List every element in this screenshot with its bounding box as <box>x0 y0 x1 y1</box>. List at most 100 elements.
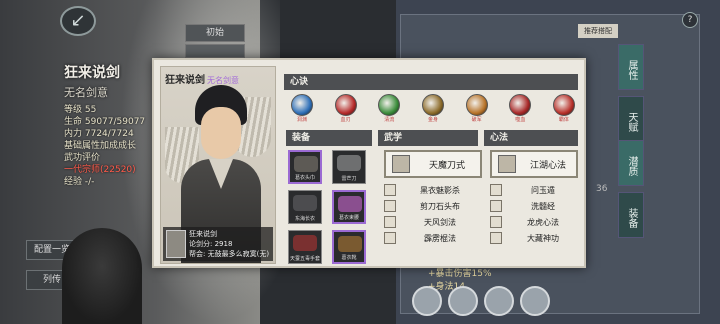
skill-label: 龙虎心法 <box>527 217 559 227</box>
equipment-item-icon <box>294 156 318 172</box>
equipment-item-name: 葛衣束腰 <box>338 215 359 221</box>
xinjue-skill-icon <box>421 94 444 116</box>
xinjue-item[interactable]: 破军 <box>465 94 489 126</box>
martial-arts-header: 武学 <box>378 130 478 146</box>
skill-row[interactable]: 天风剑法 <box>384 214 478 230</box>
mental-skill-icon <box>490 232 502 244</box>
card-hero-name: 狂来说剑 无名剑意 <box>165 71 239 86</box>
xinjue-item[interactable]: 血刃 <box>334 94 358 126</box>
tab-potential[interactable]: 潜质 <box>618 140 644 186</box>
main-martial-art[interactable]: 天魔刀式 <box>384 150 482 178</box>
info-player-name: 狂来说剑 <box>189 230 217 238</box>
martial-skill-icon <box>384 232 396 244</box>
skill-row[interactable]: 黑衣魅影杀 <box>384 182 478 198</box>
xinjue-skill-icon <box>378 94 401 116</box>
tab-attributes[interactable]: 属性 <box>618 44 644 90</box>
card-title-text: 无名剑意 <box>207 76 239 85</box>
equipment-item-icon <box>338 196 362 212</box>
value-36: 36 <box>596 184 608 194</box>
team-avatar[interactable] <box>520 286 550 316</box>
mental-arts-list: 问玉遁洗髓经龙虎心法大藏神功 <box>490 182 578 246</box>
stat-line: 基础属性加成成长 <box>64 141 137 151</box>
recommend-button[interactable]: 推荐搭配 <box>578 24 618 38</box>
vertical-tabs-primary: 属性 天赋 <box>618 44 644 148</box>
card-name-text: 狂来说剑 <box>165 75 205 86</box>
equipment-slot[interactable]: 葛衣靴 <box>332 230 366 264</box>
equipment-header: 装备 <box>286 130 372 146</box>
xinjue-header: 心诀 <box>284 74 578 90</box>
xinjue-label: 清流 <box>384 117 395 123</box>
hero-subtitle: 无名剑意 <box>64 86 108 99</box>
help-icon[interactable]: ? <box>682 12 698 28</box>
team-avatars <box>412 286 550 316</box>
equipment-item-name: 东海长衣 <box>294 216 315 222</box>
skill-label: 天风剑法 <box>424 217 456 227</box>
equipment-slot[interactable]: 雷芒刀 <box>332 150 366 184</box>
mental-arts-header: 心法 <box>484 130 578 146</box>
xinjue-label: 金身 <box>427 117 438 123</box>
skill-label: 洗髓经 <box>531 201 555 211</box>
skill-row[interactable]: 洗髓经 <box>490 198 578 214</box>
equipment-item-name: 雷芒刀 <box>341 176 357 182</box>
back-arrow-icon: ↙ <box>70 10 86 31</box>
skill-row[interactable]: 剪刀石头布 <box>384 198 478 214</box>
main-mental-art[interactable]: 江湖心法 <box>490 150 578 178</box>
stat-line: 内力 7724/7724 <box>64 129 134 139</box>
xinjue-row: 洞渊 血刃 清流 金身 破军 噬血 霸体 <box>290 94 576 126</box>
stat-line: 等级 55 <box>64 105 97 115</box>
back-button[interactable]: ↙ <box>60 6 96 36</box>
xinjue-item[interactable]: 噬血 <box>508 94 532 126</box>
skill-row[interactable]: 大藏神功 <box>490 230 578 246</box>
main-martial-art-label: 天魔刀式 <box>428 160 465 171</box>
xinjue-label: 血刃 <box>340 117 351 123</box>
skill-label: 剪刀石头布 <box>420 201 460 211</box>
skill-row[interactable]: 龙虎心法 <box>490 214 578 230</box>
equipment-grid: 葛衣头巾 雷芒刀东海长衣 葛衣束腰天蚕五毒手套 葛衣靴 <box>288 150 374 264</box>
mental-skill-icon <box>490 184 502 196</box>
tab-talent[interactable]: 天赋 <box>618 96 644 142</box>
martial-arts-list: 黑衣魅影杀剪刀石头布天风剑法霹雳棍法 <box>384 182 478 246</box>
skill-row[interactable]: 问玉遁 <box>490 182 578 198</box>
martial-skill-icon <box>384 216 396 228</box>
sword-stance-icon <box>392 155 410 173</box>
player-info-box: 狂来说剑 论剑分: 2918 帮会: 无鼓最多么寂寞(无) <box>163 227 273 261</box>
team-avatar[interactable] <box>484 286 514 316</box>
xinjue-skill-icon <box>291 94 313 116</box>
xinjue-item[interactable]: 洞渊 <box>290 94 314 126</box>
xinjue-label: 霸体 <box>558 117 569 123</box>
xinjue-label: 洞渊 <box>296 117 307 123</box>
equipment-slot[interactable]: 东海长衣 <box>288 190 322 224</box>
martial-skill-icon <box>384 184 396 196</box>
xinjue-skill-icon <box>465 94 488 116</box>
hero-portrait: 狂来说剑 无名剑意 狂来说剑 论剑分: 2918 帮会: 无鼓最多么寂寞(无) <box>160 66 276 264</box>
equipment-item-name: 天蚕五毒手套 <box>289 256 320 262</box>
xinjue-skill-icon <box>552 94 575 116</box>
xinjue-item[interactable]: 清流 <box>377 94 401 126</box>
equipment-item-icon <box>337 155 361 171</box>
stat-line: 生命 59077/59077 <box>64 117 146 127</box>
tab-secondary[interactable] <box>185 44 245 58</box>
hero-stats: 等级 55 生命 59077/59077 内力 7724/7724 基础属性加成… <box>64 104 145 188</box>
meditation-icon <box>498 155 516 173</box>
vertical-tabs-secondary: 潜质 装备 <box>618 140 644 244</box>
tab-equipment[interactable]: 装备 <box>618 192 644 238</box>
info-guild: 帮会: 无鼓最多么寂寞(无) <box>189 250 270 258</box>
xinjue-item[interactable]: 霸体 <box>552 94 576 126</box>
stat-line-rating: 一代宗师(22520) <box>64 165 136 175</box>
xinjue-item[interactable]: 金身 <box>421 94 445 126</box>
skill-row[interactable]: 霹雳棍法 <box>384 230 478 246</box>
martial-skill-icon <box>384 200 396 212</box>
xinjue-skill-icon <box>334 94 357 116</box>
info-arena-score: 论剑分: 2918 <box>189 240 233 248</box>
main-mental-art-label: 江湖心法 <box>529 160 566 171</box>
team-avatar[interactable] <box>448 286 478 316</box>
skill-label: 黑衣魅影杀 <box>420 185 460 195</box>
mental-skill-icon <box>490 200 502 212</box>
equipment-slot[interactable]: 葛衣束腰 <box>332 190 366 224</box>
equipment-slot[interactable]: 天蚕五毒手套 <box>288 230 322 264</box>
stat-line: 武功评价 <box>64 153 101 163</box>
equipment-slot[interactable]: 葛衣头巾 <box>288 150 322 184</box>
stat-line: 经验 -/- <box>64 177 95 187</box>
tab-initial[interactable]: 初始 <box>185 24 245 42</box>
team-avatar[interactable] <box>412 286 442 316</box>
